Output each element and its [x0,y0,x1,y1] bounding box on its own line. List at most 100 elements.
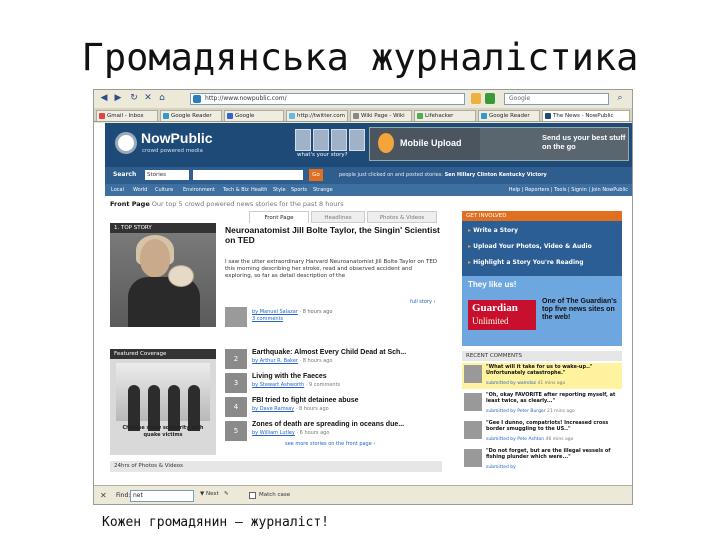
tab-reader-2[interactable]: Google Reader [478,110,540,121]
site-search-input[interactable] [193,170,303,180]
top-story-photo[interactable]: 1. TOP STORY [110,223,216,327]
lightbulb-icon [378,133,394,153]
featured-coverage[interactable]: Featured Coverage Chinese show solidarit… [110,349,216,455]
author-avatar[interactable] [225,307,247,327]
rss-icon[interactable] [471,93,481,104]
site-logo[interactable]: NowPublic [141,130,213,146]
tab-photos-videos[interactable]: Photos & Videos [367,211,437,223]
comment-text[interactable]: "Oh, okay FAVORITE after reporting mysel… [486,392,620,404]
comment-item[interactable]: "Oh, okay FAVORITE after reporting mysel… [462,391,622,417]
comment-item[interactable]: "Do not forget, but are the illegal vess… [462,447,622,473]
comment-text[interactable]: "Do not forget, but are the illegal vess… [486,448,620,460]
tab-google[interactable]: Google [224,110,284,121]
home-icon[interactable]: ⌂ [156,93,168,104]
browser-navbar: ◀ ▶ ↻ ✕ ⌂ http://www.nowpublic.com/ Goog… [94,90,632,108]
sidebar: GET INVOLVED Write a Story Upload Your P… [462,211,622,485]
nav-sports[interactable]: Sports [291,187,307,193]
comment-text[interactable]: "Gee I dunno, compatriots! Increased cro… [486,420,620,432]
story-rank: 3 [225,373,247,393]
comment-item[interactable]: "What will it take for us to wake-up.." … [462,363,622,389]
nav-culture[interactable]: Culture [155,187,173,193]
close-icon[interactable]: ✕ [100,491,107,500]
search-icon[interactable]: ⌕ [614,93,626,104]
avatar[interactable] [464,365,482,383]
story-author[interactable]: by Arthur R. Baker [252,358,298,364]
they-like-us-box[interactable]: They like us! Guardian Unlimited One of … [462,276,622,346]
comment-item[interactable]: "Gee I dunno, compatriots! Increased cro… [462,419,622,445]
story-rank: 5 [225,421,247,441]
avatar[interactable] [464,421,482,439]
google-icon [227,113,233,119]
match-case-checkbox[interactable] [249,492,256,499]
comment-author[interactable]: submitted by Peter Burger [486,409,546,414]
list-item[interactable]: 3 Living with the Faeces by Stewart Ashw… [225,373,445,395]
featured-label: Featured Coverage [110,349,216,359]
back-icon[interactable]: ◀ [98,93,110,104]
find-input[interactable]: net [130,490,194,502]
top-story-headline[interactable]: Neuroanatomist Jill Bolte Taylor, the Si… [225,225,440,245]
nav-health[interactable]: Health [251,187,267,193]
story-headline[interactable]: Zones of death are spreading in oceans d… [252,421,404,428]
tab-gmail[interactable]: Gmail - Inbox [96,110,158,121]
list-item[interactable]: 5 Zones of death are spreading in oceans… [225,421,445,443]
author-link[interactable]: by Manuel Salazar [252,309,298,315]
browser-screenshot: ◀ ▶ ↻ ✕ ⌂ http://www.nowpublic.com/ Goog… [93,89,633,505]
search-scope-select[interactable]: Stories [145,170,189,180]
tab-twitter[interactable]: http://twitter.com [286,110,348,121]
tab-headlines[interactable]: Headlines [311,211,365,223]
trending-topics[interactable]: Sen Hillary Clinton Kentucky Victory [445,172,547,178]
highlight-story-link[interactable]: Highlight a Story You're Reading [468,259,584,266]
tab-lifehacker[interactable]: Lifehacker [414,110,476,121]
address-bar[interactable]: http://www.nowpublic.com/ [190,93,465,105]
content-tabs: Front Page Headlines Photos & Videos [249,211,437,223]
story-headline[interactable]: Earthquake: Almost Every Child Dead at S… [252,349,406,356]
write-story-link[interactable]: Write a Story [468,227,518,234]
tab-nowpublic[interactable]: The News - NowPublic [542,110,630,121]
comment-author[interactable]: submitted by [486,465,516,470]
comment-author[interactable]: submitted by Pete Ashton [486,437,544,442]
story-author[interactable]: by William Lutley [252,430,295,436]
site-header: NowPublic crowd powered media what's you… [105,123,632,167]
comments-link[interactable]: 3 comments [252,316,283,322]
reader-icon [163,113,169,119]
tab-front-page[interactable]: Front Page [249,211,309,223]
nav-tech-biz[interactable]: Tech & Biz [223,187,249,193]
highlight-all-button[interactable]: ✎ [224,491,248,501]
full-story-link[interactable]: full story › [410,299,436,305]
story-rank: 4 [225,397,247,417]
search-go-button[interactable]: Go [309,169,323,181]
avatar[interactable] [464,449,482,467]
go-icon[interactable] [485,93,495,104]
tab-wiki[interactable]: Wiki Page - Wiki [350,110,412,121]
reload-icon[interactable]: ↻ [128,93,140,104]
nowpublic-logo-icon[interactable] [115,132,137,154]
upload-media-link[interactable]: Upload Your Photos, Video & Audio [468,243,592,250]
story-author[interactable]: by Dave Ramsay [252,406,294,412]
tab-reader[interactable]: Google Reader [160,110,222,121]
whats-your-story[interactable]: what's your story? [297,152,348,158]
list-item[interactable]: 4 FBI tried to fight detainee abuse by D… [225,397,445,419]
site-tagline: crowd powered media [142,148,203,154]
photos-videos-bar[interactable]: 24hrs of Photos & Videos [110,461,442,472]
account-links[interactable]: Help | Reporters | Tools | Signin | Join… [509,187,628,193]
forward-icon[interactable]: ▶ [112,93,124,104]
match-case-label: Match case [259,492,291,498]
nav-strange[interactable]: Strange [313,187,333,193]
nav-style[interactable]: Style [273,187,286,193]
nav-environment[interactable]: Environment [183,187,215,193]
comment-author[interactable]: submitted by wamdaz [486,381,536,386]
comment-text[interactable]: "What will it take for us to wake-up.." … [486,364,620,376]
nav-local[interactable]: Local [111,187,124,193]
web-search-input[interactable]: Google [504,93,609,105]
guardian-logo: Guardian Unlimited [468,300,536,330]
highlighter-icon: ✎ [224,491,229,497]
avatar[interactable] [464,393,482,411]
list-item[interactable]: 2 Earthquake: Almost Every Child Dead at… [225,349,445,371]
see-more-link[interactable]: see more stories on the front page › [285,441,375,447]
story-headline[interactable]: Living with the Faeces [252,373,327,380]
nav-world[interactable]: World [133,187,147,193]
story-headline[interactable]: FBI tried to fight detainee abuse [252,397,359,404]
stop-icon[interactable]: ✕ [142,93,154,104]
mobile-upload-banner[interactable]: Mobile Upload Send us your best stuff on… [369,127,629,161]
story-author[interactable]: by Stewart Ashworth [252,382,304,388]
